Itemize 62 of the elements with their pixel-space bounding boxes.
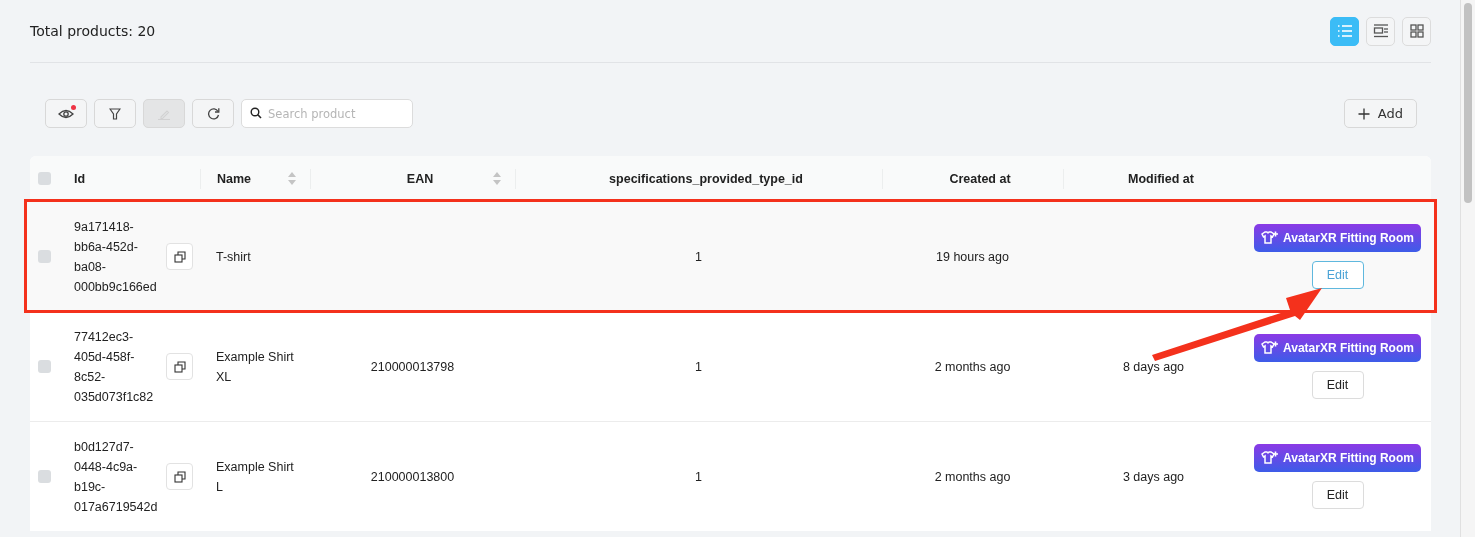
grid-view-button[interactable]: [1402, 16, 1431, 46]
table-cell-text: T-shirt: [216, 248, 252, 266]
sort-icon[interactable]: [288, 172, 296, 185]
copy-button[interactable]: [166, 463, 193, 490]
search-icon: [250, 107, 262, 119]
fitting-room-button[interactable]: AvatarXR Fitting Room: [1254, 334, 1421, 362]
select-all-checkbox[interactable]: [38, 172, 51, 185]
table-cell: 210000013800: [370, 469, 455, 484]
shirt-plus-icon: [1261, 451, 1280, 465]
edit-button[interactable]: Edit: [1311, 371, 1364, 399]
filter-icon: [109, 107, 121, 120]
shirt-plus-icon: [1261, 341, 1280, 355]
table-cell: 210000013798: [370, 359, 455, 374]
column-header: Name: [217, 171, 252, 186]
detail-list-icon: [1372, 24, 1389, 38]
list-view-button[interactable]: [1330, 16, 1359, 46]
column-header: Created at: [949, 171, 1011, 186]
table-cell-text: 77412ec3- 405d-458f- 8c52- 035d073f1c82: [74, 328, 155, 406]
plus-icon: [1357, 107, 1370, 120]
scrollbar[interactable]: [1460, 0, 1475, 537]
copy-icon: [173, 360, 186, 373]
column-header: EAN: [406, 171, 434, 186]
table-cell: 1: [695, 359, 702, 374]
page-title: Total products: 20: [30, 23, 156, 39]
fitting-room-button[interactable]: AvatarXR Fitting Room: [1254, 444, 1421, 472]
copy-button[interactable]: [166, 243, 193, 270]
eye-button[interactable]: [45, 99, 87, 128]
table-cell: 8 days ago: [1122, 359, 1185, 374]
table-cell: 3 days ago: [1122, 469, 1185, 484]
edit-button[interactable]: Edit: [1311, 261, 1364, 289]
detail-view-button[interactable]: [1366, 16, 1395, 46]
copy-icon: [173, 250, 186, 263]
sort-icon[interactable]: [493, 172, 501, 185]
copy-icon: [173, 470, 186, 483]
table-cell-text: b0d127d7- 0448-4c9a- b19c- 017a6719542d: [74, 438, 159, 516]
filter-button[interactable]: [94, 99, 136, 128]
eye-icon: [58, 107, 74, 120]
table-cell: 1: [695, 469, 702, 484]
copy-button[interactable]: [166, 353, 193, 380]
table-cell: 2 months ago: [934, 359, 1011, 374]
shirt-plus-icon: [1261, 231, 1280, 245]
fitting-room-button[interactable]: AvatarXR Fitting Room: [1254, 224, 1421, 252]
table-cell-text: 9a171418- bb6a-452d- ba08- 000bb9c166ed: [74, 218, 158, 296]
search-field[interactable]: Search product: [241, 99, 413, 128]
row-checkbox[interactable]: [38, 360, 51, 373]
table-cell-text: Example Shirt XL: [216, 348, 295, 386]
refresh-button[interactable]: [192, 99, 234, 128]
add-button[interactable]: Add: [1343, 99, 1417, 128]
list-icon: [1336, 24, 1353, 38]
edit-button[interactable]: Edit: [1311, 481, 1364, 509]
notification-dot: [71, 105, 76, 110]
table-cell-text: Example Shirt L: [216, 458, 295, 496]
grid-icon: [1409, 24, 1424, 38]
table-cell: 1: [695, 249, 702, 264]
column-header: specifications_provided_type_id: [609, 171, 803, 186]
table-cell: 2 months ago: [934, 469, 1011, 484]
column-header: Modified at: [1128, 171, 1194, 186]
table-cell: 19 hours ago: [936, 249, 1009, 264]
row-checkbox[interactable]: [38, 470, 51, 483]
column-header: Id: [74, 171, 86, 186]
refresh-icon: [206, 107, 220, 120]
row-checkbox[interactable]: [38, 250, 51, 263]
